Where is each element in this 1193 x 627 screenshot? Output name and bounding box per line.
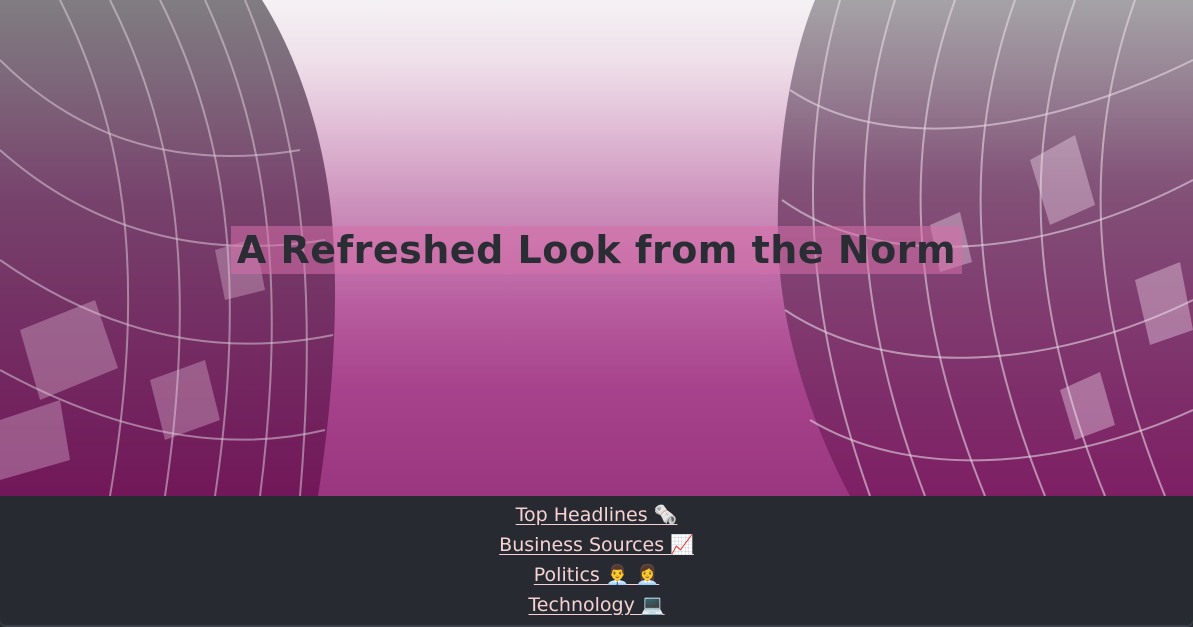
- top-headlines-link[interactable]: Top Headlines 🗞️: [516, 504, 678, 526]
- hero-banner: A Refreshed Look from the Norm: [0, 0, 1193, 496]
- nav-list: Top Headlines 🗞️ Business Sources 📈 Poli…: [0, 496, 1193, 620]
- page-title: A Refreshed Look from the Norm: [230, 226, 963, 274]
- nav-item-business-sources: Business Sources 📈: [0, 530, 1193, 560]
- category-nav: Top Headlines 🗞️ Business Sources 📈 Poli…: [0, 496, 1193, 627]
- hero-title-wrap: A Refreshed Look from the Norm: [0, 226, 1193, 274]
- business-sources-link[interactable]: Business Sources 📈: [499, 534, 694, 556]
- page: A Refreshed Look from the Norm Top Headl…: [0, 0, 1193, 627]
- nav-item-top-headlines: Top Headlines 🗞️: [0, 500, 1193, 530]
- politics-link[interactable]: Politics 👨‍💼 👩‍💼: [534, 564, 659, 586]
- nav-item-politics: Politics 👨‍💼 👩‍💼: [0, 560, 1193, 590]
- technology-link[interactable]: Technology 💻: [528, 594, 664, 616]
- nav-item-technology: Technology 💻: [0, 590, 1193, 620]
